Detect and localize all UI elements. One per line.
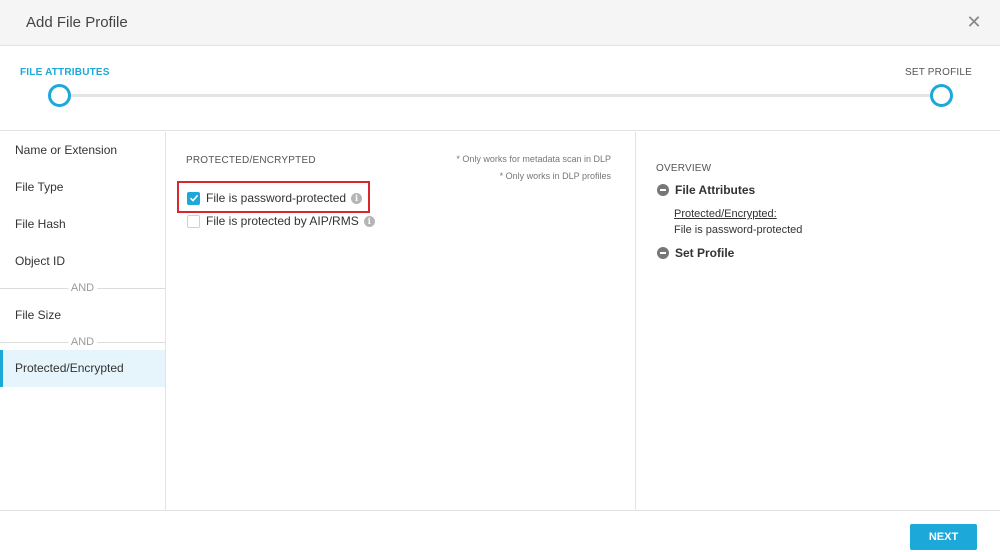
overview-detail-heading: Protected/Encrypted: [674,208,777,220]
sidebar-item-object-id[interactable]: Object ID [0,243,165,280]
step-label-file-attributes: FILE ATTRIBUTES [20,67,110,78]
stepper: FILE ATTRIBUTES SET PROFILE [0,47,1000,131]
section-title: PROTECTED/ENCRYPTED [186,155,316,166]
sidebar-item-file-type[interactable]: File Type [0,169,165,206]
and-label: AND [67,335,98,349]
dialog-title: Add File Profile [26,14,128,31]
option-password-protected: File is password-protected i [187,190,363,206]
protected-encrypted-panel: PROTECTED/ENCRYPTED * Only works for met… [167,132,636,510]
step-node-file-attributes[interactable] [48,84,71,107]
note-dlp-profiles: * Only works in DLP profiles [499,171,611,181]
overview-detail-value: File is password-protected [674,224,803,236]
and-label: AND [67,281,98,295]
attribute-sidebar: Name or Extension File Type File Hash Ob… [0,132,166,510]
info-icon[interactable]: i [363,215,375,227]
sidebar-item-name-or-extension[interactable]: Name or Extension [0,132,165,169]
collapse-icon[interactable] [657,247,669,259]
and-separator: AND [0,335,165,349]
close-icon[interactable]: ✕ [964,12,984,32]
info-icon[interactable]: i [351,192,363,204]
step-label-set-profile: SET PROFILE [904,67,972,78]
dialog-footer: NEXT [0,510,1000,552]
overview-title: OVERVIEW [656,163,712,174]
password-protected-label[interactable]: File is password-protected [206,191,346,205]
overview-group-label: Set Profile [675,246,735,260]
next-button[interactable]: NEXT [910,524,977,550]
sidebar-item-protected-encrypted[interactable]: Protected/Encrypted [0,350,165,387]
sidebar-item-file-size[interactable]: File Size [0,297,165,334]
collapse-icon[interactable] [657,184,669,196]
note-metadata-scan: * Only works for metadata scan in DLP [456,154,611,164]
overview-group-file-attributes: File Attributes [657,183,755,197]
overview-panel: OVERVIEW File Attributes Protected/Encry… [637,132,1000,510]
step-node-set-profile[interactable] [930,84,953,107]
dialog-header: Add File Profile ✕ [0,0,1000,46]
password-protected-checkbox[interactable] [187,191,200,205]
overview-group-set-profile: Set Profile [657,246,734,260]
stepper-track [60,94,942,97]
check-icon [189,194,198,202]
overview-group-label: File Attributes [675,183,756,197]
option-aip-rms: File is protected by AIP/RMS i [187,213,375,229]
sidebar-item-file-hash[interactable]: File Hash [0,206,165,243]
aip-rms-checkbox[interactable] [187,214,200,228]
aip-rms-label[interactable]: File is protected by AIP/RMS [206,214,359,228]
and-separator: AND [0,281,165,295]
